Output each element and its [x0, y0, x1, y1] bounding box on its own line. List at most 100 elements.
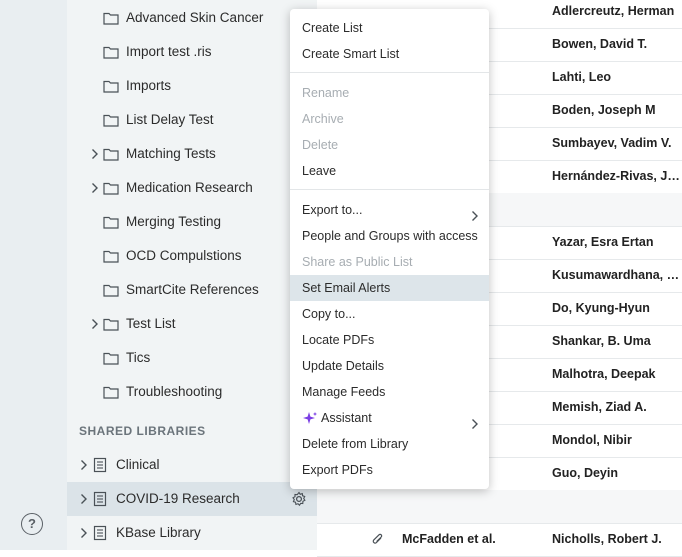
author-cell: Lahti, Leo: [552, 70, 612, 84]
shared-library-item[interactable]: COVID-19 Research: [67, 482, 317, 516]
menu-item[interactable]: Leave: [290, 158, 489, 184]
menu-item[interactable]: Locate PDFs: [290, 327, 489, 353]
chevron-right-icon[interactable]: [89, 318, 101, 330]
folder-item[interactable]: Imports: [67, 69, 317, 103]
folder-label: Medication Research: [126, 180, 253, 195]
shared-library-label: Clinical: [116, 457, 160, 472]
menu-item-label: Create Smart List: [302, 47, 400, 61]
author-cell: Sumbayev, Vadim V.: [552, 136, 672, 150]
help-icon[interactable]: ?: [21, 513, 43, 535]
folder-icon: [103, 385, 119, 402]
chevron-right-icon[interactable]: [89, 148, 101, 160]
menu-item-label: Assistant: [321, 411, 372, 425]
citation-lead: McFadden et al.: [402, 532, 496, 546]
table-row[interactable]: [317, 490, 682, 524]
menu-item[interactable]: Create Smart List: [290, 41, 489, 67]
folder-item[interactable]: SmartCite References: [67, 273, 317, 307]
menu-item[interactable]: Manage Feeds: [290, 379, 489, 405]
context-menu: Create List Create Smart List Rename Archiv…: [290, 9, 489, 489]
shared-library-label: COVID-19 Research: [116, 491, 240, 506]
library-icon: [93, 525, 107, 544]
menu-item[interactable]: Export to...: [290, 197, 489, 223]
folder-label: Imports: [126, 78, 172, 93]
folder-item[interactable]: Test List: [67, 307, 317, 341]
menu-item[interactable]: Set Email Alerts: [290, 275, 489, 301]
author-cell: Nicholls, Robert J.: [552, 532, 662, 546]
shared-library-item[interactable]: Clinical: [67, 448, 317, 482]
menu-item-label: Locate PDFs: [302, 333, 375, 347]
menu-item: Rename: [290, 80, 489, 106]
menu-item[interactable]: Assistant: [290, 405, 489, 431]
author-cell: Shankar, B. Uma: [552, 334, 651, 348]
shared-library-item[interactable]: KBase Library: [67, 516, 317, 550]
author-cell: Bowen, David T.: [552, 37, 648, 51]
menu-item-label: Set Email Alerts: [302, 281, 391, 295]
folder-label: Import test .ris: [126, 44, 212, 59]
folder-item[interactable]: OCD Compulstions: [67, 239, 317, 273]
menu-item-label: Rename: [302, 86, 350, 100]
menu-item-label: Delete from Library: [302, 437, 409, 451]
folder-item[interactable]: Troubleshooting: [67, 375, 317, 409]
table-row[interactable]: McFadden et al. Nicholls, Robert J.: [317, 523, 682, 557]
folder-icon: [103, 317, 119, 334]
menu-item-label: Leave: [302, 164, 337, 178]
menu-separator: [290, 189, 489, 190]
folder-icon: [103, 79, 119, 96]
author-cell: Memish, Ziad A.: [552, 400, 647, 414]
author-cell: Adlercreutz, Herman: [552, 4, 675, 18]
menu-item: Share as Public List: [290, 249, 489, 275]
menu-item-label: Create List: [302, 21, 363, 35]
folder-icon: [103, 215, 119, 232]
menu-item-label: Share as Public List: [302, 255, 413, 269]
folder-label: Matching Tests: [126, 146, 216, 161]
folder-item[interactable]: Medication Research: [67, 171, 317, 205]
menu-item: Archive: [290, 106, 489, 132]
author-cell: Guo, Deyin: [552, 466, 618, 480]
menu-item-label: Delete: [302, 138, 339, 152]
folder-label: Troubleshooting: [126, 384, 223, 399]
chevron-right-icon[interactable]: [89, 182, 101, 194]
menu-item[interactable]: Export PDFs: [290, 457, 489, 483]
shared-library-label: KBase Library: [116, 525, 201, 540]
chevron-right-icon[interactable]: [78, 459, 90, 471]
author-cell: Mondol, Nibir: [552, 433, 632, 447]
menu-item[interactable]: Update Details: [290, 353, 489, 379]
folder-icon: [103, 11, 119, 28]
chevron-right-icon[interactable]: [78, 527, 90, 539]
author-cell: Boden, Joseph M: [552, 103, 656, 117]
folder-label: Merging Testing: [126, 214, 222, 229]
folder-item[interactable]: Tics: [67, 341, 317, 375]
library-icon: [93, 491, 107, 510]
folder-label: Test List: [126, 316, 176, 331]
menu-item[interactable]: Delete from Library: [290, 431, 489, 457]
folder-item[interactable]: Matching Tests: [67, 137, 317, 171]
menu-item[interactable]: Copy to...: [290, 301, 489, 327]
chevron-right-icon[interactable]: [78, 493, 90, 505]
folder-label: List Delay Test: [126, 112, 214, 127]
menu-item[interactable]: People and Groups with access: [290, 223, 489, 249]
folder-item[interactable]: List Delay Test: [67, 103, 317, 137]
gear-icon[interactable]: [291, 491, 307, 510]
author-cell: Hernández-Rivas, Jos...: [552, 169, 682, 183]
menu-separator: [290, 72, 489, 73]
folder-icon: [103, 351, 119, 368]
author-cell: Malhotra, Deepak: [552, 367, 656, 381]
paperclip-icon: [372, 533, 384, 552]
menu-item[interactable]: Create List: [290, 15, 489, 41]
folder-item[interactable]: Import test .ris: [67, 35, 317, 69]
author-cell: Yazar, Esra Ertan: [552, 235, 654, 249]
author-cell: Kusumawardhana, Di...: [552, 268, 682, 282]
folder-icon: [103, 181, 119, 198]
sidebar: Advanced Skin Cancer Import test .ris Impo…: [67, 0, 317, 550]
menu-item: Delete: [290, 132, 489, 158]
menu-item-label: People and Groups with access: [302, 229, 478, 243]
folder-item[interactable]: Advanced Skin Cancer: [67, 1, 317, 35]
folder-item[interactable]: Merging Testing: [67, 205, 317, 239]
left-rail: ?: [0, 0, 67, 550]
shared-libraries-title: SHARED LIBRARIES: [79, 424, 206, 438]
library-icon: [93, 457, 107, 476]
folder-icon: [103, 283, 119, 300]
menu-item-label: Manage Feeds: [302, 385, 386, 399]
menu-item-label: Update Details: [302, 359, 384, 373]
author-cell: Do, Kyung-Hyun: [552, 301, 650, 315]
